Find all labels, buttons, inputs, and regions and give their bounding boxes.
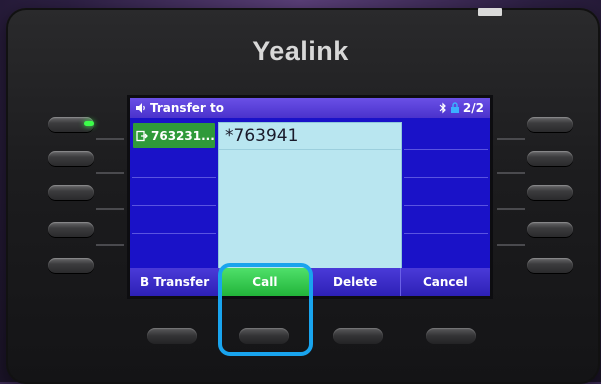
line-key-labels-left: 763231... <box>132 122 216 262</box>
status-icons: 2/2 <box>439 101 484 115</box>
speaker-icon <box>136 103 145 113</box>
screen-title: Transfer to <box>150 101 225 115</box>
empty-slot <box>404 206 488 234</box>
line-key-2[interactable] <box>48 151 94 166</box>
empty-slot <box>132 150 216 178</box>
line-key-divider <box>96 172 124 174</box>
line-key-divider <box>497 244 525 246</box>
physical-softkey-1[interactable] <box>147 328 197 344</box>
page-indicator: 2/2 <box>462 101 484 115</box>
line-key-divider <box>96 208 124 210</box>
dial-entry-box[interactable]: *763941 <box>218 122 402 272</box>
line-key-5[interactable] <box>48 258 94 273</box>
line-key-divider <box>497 172 525 174</box>
empty-slot <box>404 150 488 178</box>
screen-body: 763231... *763941 <box>130 118 490 272</box>
line-key-9[interactable] <box>527 222 573 237</box>
lock-icon <box>450 102 459 113</box>
empty-slot <box>404 178 488 206</box>
empty-slot <box>132 206 216 234</box>
line-key-divider <box>497 138 525 140</box>
dial-entry-field[interactable]: *763941 <box>219 123 401 150</box>
screen-title-bar: Transfer to 2/2 <box>130 98 490 118</box>
line-key-divider <box>96 244 124 246</box>
brand-logo: Yealink <box>252 36 349 66</box>
line-key-divider <box>497 208 525 210</box>
empty-slot <box>132 178 216 206</box>
physical-softkey-3[interactable] <box>333 328 383 344</box>
line-key-10[interactable] <box>527 258 573 273</box>
softkey-delete[interactable]: Delete <box>311 268 401 296</box>
bluetooth-icon <box>439 102 446 114</box>
empty-slot <box>404 234 488 262</box>
line-key-8[interactable] <box>527 185 573 200</box>
line-key-divider <box>96 138 124 140</box>
line-key-1-led <box>84 121 94 126</box>
softkey-b-transfer[interactable]: B Transfer <box>130 268 221 296</box>
line-key-labels-right <box>404 122 488 262</box>
line-key-label-transfer[interactable]: 763231... <box>133 123 215 148</box>
transfer-icon <box>136 130 148 141</box>
softkey-cancel[interactable]: Cancel <box>401 268 490 296</box>
empty-slot <box>132 234 216 262</box>
line-key-7[interactable] <box>527 151 573 166</box>
phone-clip <box>478 8 502 16</box>
line-key-6[interactable] <box>527 117 573 132</box>
line-key-number: 763231... <box>151 128 215 143</box>
empty-slot <box>404 122 488 150</box>
line-key-3[interactable] <box>48 185 94 200</box>
physical-softkey-4[interactable] <box>426 328 476 344</box>
call-key-highlight <box>218 263 313 356</box>
line-key-4[interactable] <box>48 222 94 237</box>
